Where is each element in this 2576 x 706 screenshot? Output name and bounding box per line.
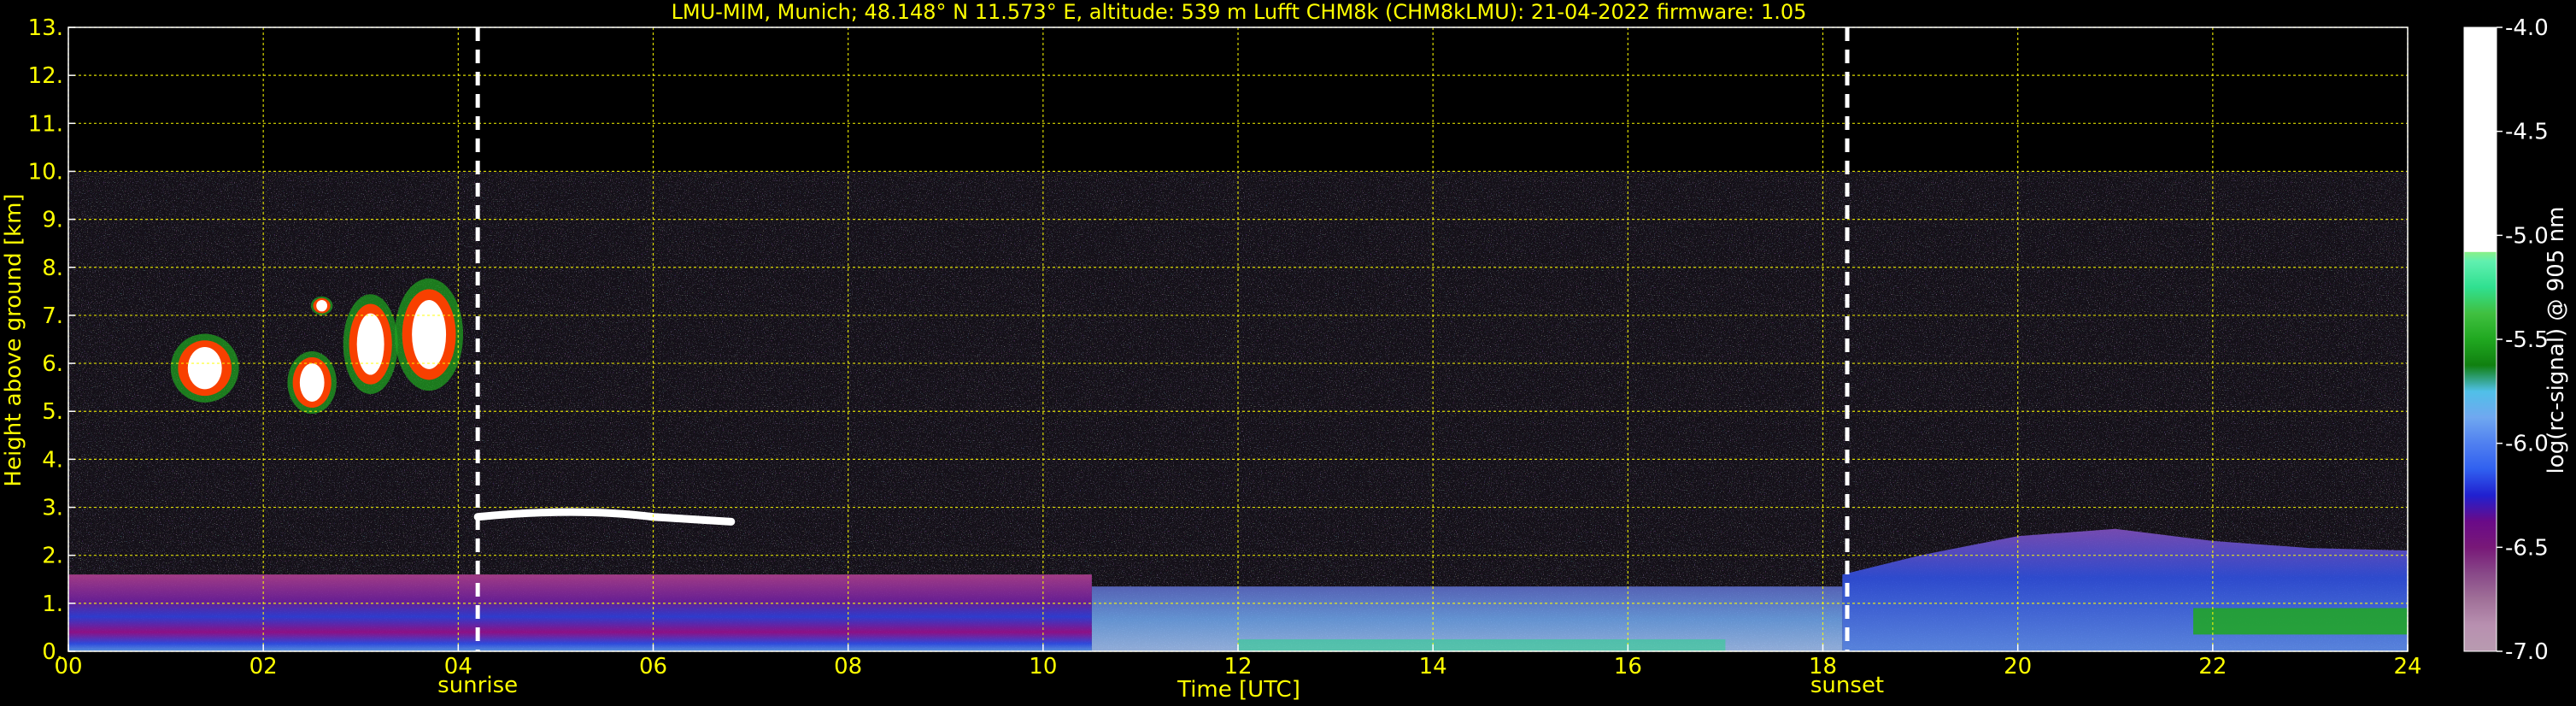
cloud-blob-core xyxy=(187,346,222,390)
x-tick-label: 20 xyxy=(2004,654,2032,680)
surface-layer-day xyxy=(1238,638,1726,651)
x-tick-label: 16 xyxy=(1614,654,1642,680)
cloud-blob-core xyxy=(356,313,384,375)
y-tick-label: 7. xyxy=(42,303,63,329)
y-tick-label: 13. xyxy=(28,15,63,41)
chart-title: LMU-MIM, Munich; 48.148° N 11.573° E, al… xyxy=(672,0,1807,24)
cloud-blob-core xyxy=(316,299,328,312)
colorbar-top-segment xyxy=(2464,27,2497,252)
y-tick-label: 3. xyxy=(42,496,63,521)
y-tick-label: 0. xyxy=(42,639,63,665)
colorbar-tick-label: -5.5 xyxy=(2505,327,2549,353)
y-tick-label: 8. xyxy=(42,256,63,281)
colorbar-tick-label: -7.0 xyxy=(2505,639,2549,665)
boundary-layer xyxy=(68,574,1092,651)
x-tick-label: 02 xyxy=(249,654,278,680)
x-tick-label: 08 xyxy=(834,654,862,680)
colorbar-tick-label: -4.5 xyxy=(2505,120,2549,145)
colorbar-tick-label: -6.5 xyxy=(2505,535,2549,561)
x-tick-label: 14 xyxy=(1419,654,1447,680)
y-tick-label: 2. xyxy=(42,544,63,569)
y-tick-label: 10. xyxy=(28,159,63,185)
y-tick-label: 1. xyxy=(42,591,63,617)
x-tick-label: 04 xyxy=(444,654,472,680)
x-axis-label: Time [UTC] xyxy=(1177,677,1300,703)
y-tick-label: 9. xyxy=(42,208,63,233)
y-tick-label: 6. xyxy=(42,351,63,377)
y-tick-label: 4. xyxy=(42,447,63,473)
cloud-blob-core xyxy=(299,363,325,402)
y-tick-label: 11. xyxy=(28,111,63,137)
colorbar-tick-label: -6.0 xyxy=(2505,432,2549,457)
cloud-blob-core xyxy=(412,299,447,369)
colorbar-label: log(rc-signal) @ 905 nm xyxy=(2544,207,2569,474)
colorbar-tick-label: -4.0 xyxy=(2505,15,2549,41)
y-tick-label: 12. xyxy=(28,63,63,89)
y-axis-label: Height above ground [km] xyxy=(1,193,26,486)
x-tick-label: 22 xyxy=(2198,654,2227,680)
x-tick-label: 12 xyxy=(1223,654,1252,680)
x-tick-label: 18 xyxy=(1809,654,1837,680)
x-tick-label: 24 xyxy=(2393,654,2421,680)
x-tick-label: 10 xyxy=(1029,654,1057,680)
surface-aerosol-layer xyxy=(2193,608,2408,635)
x-tick-label: 06 xyxy=(639,654,667,680)
ceilometer-chart: sunrise sunset 00 02 04 06 08 10 12 14 16 18 20 22 24… xyxy=(0,0,2576,706)
y-tick-label: 5. xyxy=(42,399,63,425)
colorbar-tick-label: -5.0 xyxy=(2505,223,2549,249)
